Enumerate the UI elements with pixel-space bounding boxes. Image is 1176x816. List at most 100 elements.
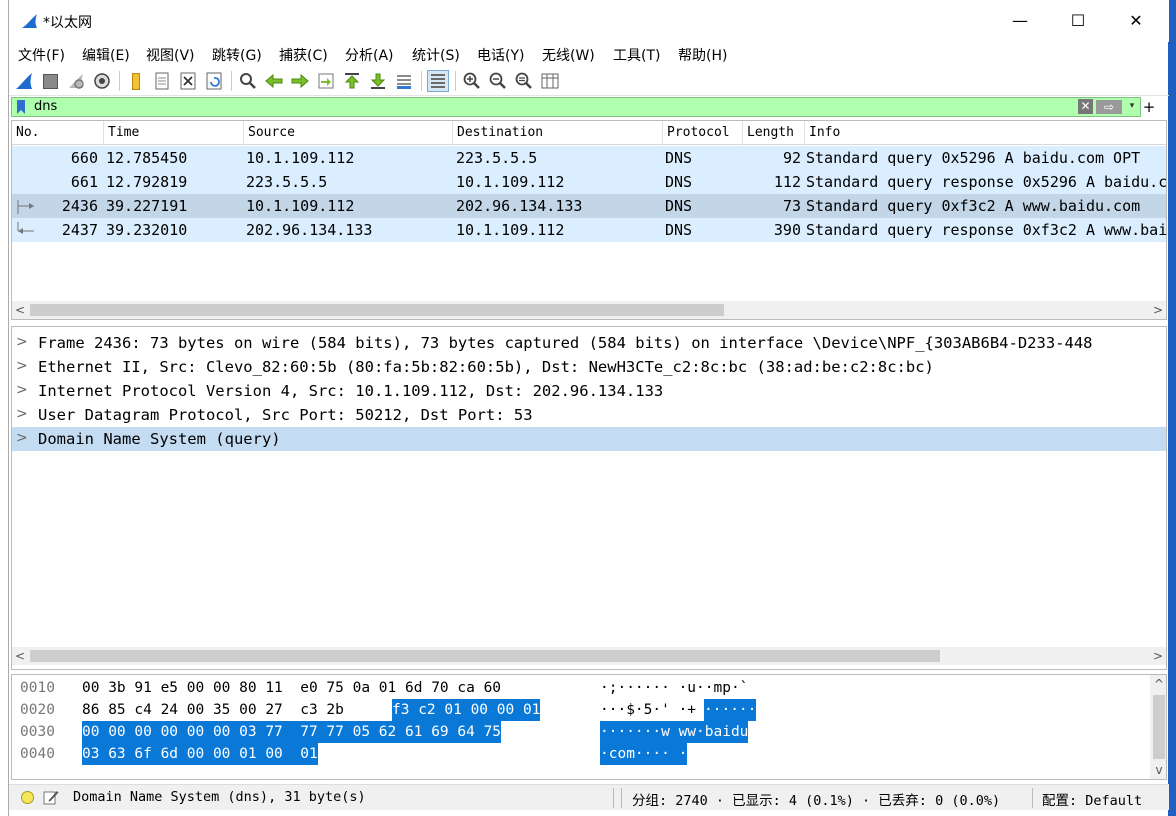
column-info[interactable]: Info (805, 121, 1166, 145)
menu-analyze[interactable]: 分析(A) (345, 45, 394, 65)
byte-row: 0040 03 63 6f 6d 00 00 01 00 01 ·com····… (12, 743, 1152, 765)
ascii-bytes[interactable]: ···$·5·' ·+ (600, 699, 696, 721)
apply-filter-button[interactable]: ⇨ (1096, 100, 1122, 114)
menu-capture[interactable]: 捕获(C) (279, 45, 328, 65)
details-hscrollbar[interactable]: < > (12, 647, 1166, 665)
edit-comment-icon[interactable] (43, 789, 59, 805)
table-row[interactable]: 661 12.792819 223.5.5.5 10.1.109.112 DNS… (12, 170, 1166, 194)
table-row[interactable]: 2437 39.232010 202.96.134.133 10.1.109.1… (12, 218, 1166, 242)
capture-options-icon[interactable] (91, 70, 113, 92)
display-filter-bar[interactable]: dns ✕ ⇨ ▾ (11, 97, 1141, 117)
resize-columns-icon[interactable] (539, 70, 561, 92)
cell-source: 223.5.5.5 (246, 173, 328, 191)
tree-item-ipv4[interactable]: > Internet Protocol Version 4, Src: 10.1… (12, 379, 1166, 403)
stop-capture-icon[interactable] (39, 70, 61, 92)
start-capture-icon[interactable] (13, 70, 35, 92)
status-separator (1032, 788, 1033, 808)
hex-bytes-highlighted[interactable]: 00 00 00 00 00 00 03 77 77 77 05 62 61 6… (82, 721, 502, 743)
display-filter-input[interactable]: dns (34, 99, 57, 114)
cell-length: 390 (773, 221, 801, 239)
title-bar[interactable]: *以太网 — ☐ ✕ (9, 0, 1169, 42)
open-file-icon[interactable] (125, 70, 147, 92)
menu-tools[interactable]: 工具(T) (613, 45, 660, 65)
hex-bytes[interactable]: 86 85 c4 24 00 35 00 27 c3 2b (82, 699, 353, 721)
minimize-button[interactable]: — (997, 8, 1043, 34)
packet-details-pane: > Frame 2436: 73 bytes on wire (584 bits… (11, 326, 1167, 670)
tree-item-label: User Datagram Protocol, Src Port: 50212,… (38, 406, 533, 424)
colorize-icon[interactable] (427, 70, 449, 92)
scroll-left-icon[interactable]: < (12, 647, 28, 665)
hex-bytes-highlighted[interactable]: 03 63 6f 6d 00 00 01 00 01 (82, 743, 318, 765)
scroll-up-icon[interactable]: ^ (1151, 675, 1166, 693)
table-row[interactable]: 660 12.785450 10.1.109.112 223.5.5.5 DNS… (12, 146, 1166, 170)
add-filter-button[interactable]: + (1141, 97, 1157, 117)
close-file-icon[interactable] (177, 70, 199, 92)
packet-list-hscrollbar[interactable]: < > (12, 301, 1166, 319)
filter-history-dropdown[interactable]: ▾ (1126, 99, 1138, 114)
find-packet-icon[interactable] (237, 70, 259, 92)
scroll-left-icon[interactable]: < (12, 301, 28, 319)
cell-protocol: DNS (665, 173, 693, 191)
column-length[interactable]: Length (743, 121, 805, 145)
restart-capture-icon[interactable] (65, 70, 87, 92)
tree-item-dns-selected[interactable]: > Domain Name System (query) (12, 427, 1166, 451)
menu-go[interactable]: 跳转(G) (212, 45, 262, 65)
bookmark-icon[interactable] (15, 99, 27, 115)
go-last-packet-icon[interactable] (367, 70, 389, 92)
menu-help[interactable]: 帮助(H) (678, 45, 727, 65)
tree-item-udp[interactable]: > User Datagram Protocol, Src Port: 5021… (12, 403, 1166, 427)
menu-view[interactable]: 视图(V) (146, 45, 195, 65)
menu-edit[interactable]: 编辑(E) (82, 45, 130, 65)
zoom-in-icon[interactable] (461, 70, 483, 92)
expand-chevron-icon[interactable]: > (16, 382, 28, 398)
scrollbar-thumb[interactable] (1153, 695, 1165, 759)
scroll-right-icon[interactable]: > (1150, 647, 1166, 665)
scroll-down-icon[interactable]: v (1151, 761, 1166, 779)
column-protocol[interactable]: Protocol (663, 121, 743, 145)
bytes-vscrollbar[interactable]: ^ v (1150, 675, 1166, 779)
table-row-selected[interactable]: 2436 39.227191 10.1.109.112 202.96.134.1… (12, 194, 1166, 218)
expert-info-icon[interactable] (21, 791, 34, 804)
main-toolbar (9, 66, 1169, 96)
expand-chevron-icon[interactable]: > (16, 406, 28, 422)
cell-source: 10.1.109.112 (246, 197, 355, 215)
go-first-packet-icon[interactable] (341, 70, 363, 92)
zoom-reset-icon[interactable] (513, 70, 535, 92)
expand-chevron-icon[interactable]: > (16, 358, 28, 374)
wireshark-fin-icon (22, 14, 37, 28)
close-button[interactable]: ✕ (1113, 8, 1159, 34)
go-forward-icon[interactable] (289, 70, 311, 92)
menu-wireless[interactable]: 无线(W) (542, 45, 595, 65)
menu-statistics[interactable]: 统计(S) (412, 45, 460, 65)
menu-file[interactable]: 文件(F) (18, 45, 65, 65)
column-source[interactable]: Source (244, 121, 453, 145)
tree-item-frame[interactable]: > Frame 2436: 73 bytes on wire (584 bits… (12, 331, 1166, 355)
expand-chevron-icon[interactable]: > (16, 430, 28, 446)
clear-filter-button[interactable]: ✕ (1078, 99, 1093, 114)
maximize-button[interactable]: ☐ (1055, 8, 1101, 34)
ascii-bytes-highlighted[interactable]: ·······w ww·baidu (600, 721, 749, 743)
menu-bar: 文件(F) 编辑(E) 视图(V) 跳转(G) 捕获(C) 分析(A) 统计(S… (9, 42, 1169, 66)
scroll-right-icon[interactable]: > (1150, 301, 1166, 319)
zoom-out-icon[interactable] (487, 70, 509, 92)
column-time[interactable]: Time (104, 121, 244, 145)
tree-item-ethernet[interactable]: > Ethernet II, Src: Clevo_82:60:5b (80:f… (12, 355, 1166, 379)
column-destination[interactable]: Destination (453, 121, 663, 145)
hex-bytes-highlighted[interactable]: f3 c2 01 00 00 01 (392, 699, 541, 721)
profile-status[interactable]: 配置: Default (1042, 789, 1142, 809)
hex-bytes[interactable]: 00 3b 91 e5 00 00 80 11 e0 75 0a 01 6d 7… (82, 677, 501, 699)
auto-scroll-icon[interactable] (393, 70, 415, 92)
go-back-icon[interactable] (263, 70, 285, 92)
scrollbar-thumb[interactable] (30, 650, 940, 662)
scrollbar-thumb[interactable] (30, 304, 724, 316)
column-no[interactable]: No. (12, 121, 104, 145)
ascii-bytes[interactable]: ·;······ ·u··mp·` (600, 677, 748, 699)
ascii-bytes-highlighted[interactable]: ·com···· · (600, 743, 688, 765)
ascii-bytes-highlighted[interactable]: ······ (704, 699, 757, 721)
reload-file-icon[interactable] (203, 70, 225, 92)
go-to-packet-icon[interactable] (315, 70, 337, 92)
save-file-icon[interactable] (151, 70, 173, 92)
menu-telephony[interactable]: 电话(Y) (477, 45, 524, 65)
cell-no: 2437 (61, 221, 98, 239)
expand-chevron-icon[interactable]: > (16, 334, 28, 350)
